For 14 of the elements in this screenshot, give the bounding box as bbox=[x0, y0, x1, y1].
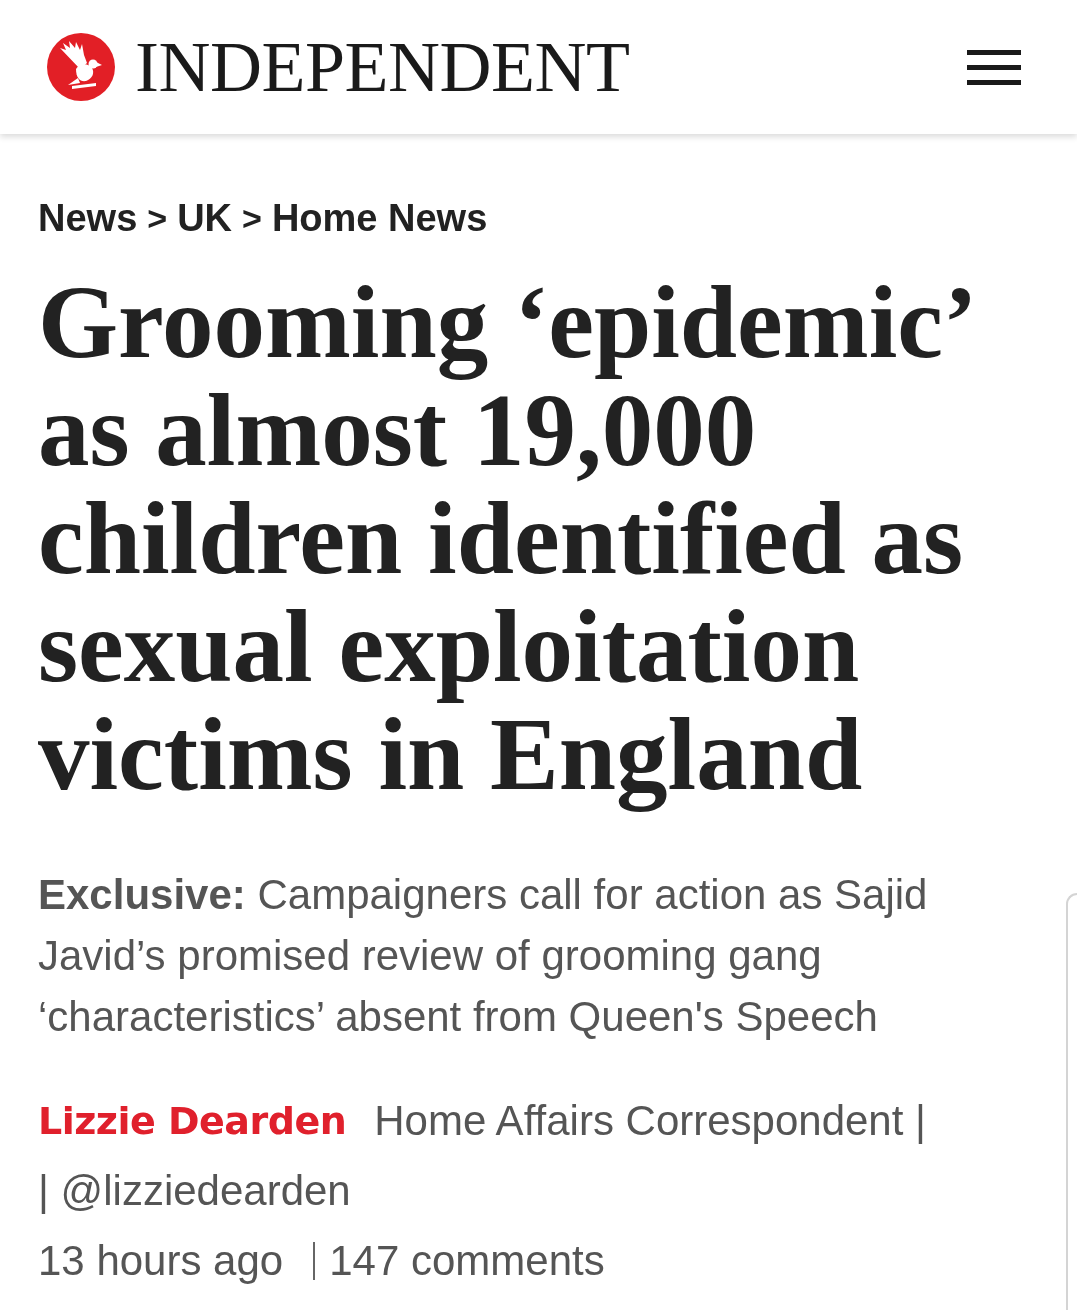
breadcrumb-link[interactable]: Home News bbox=[271, 198, 488, 238]
publish-time: 13 hours ago bbox=[38, 1237, 284, 1285]
breadcrumb-separator: > bbox=[242, 198, 262, 238]
twitter-handle-link[interactable]: | @lizziedearden bbox=[38, 1167, 351, 1215]
standfirst: Exclusive: Campaigners call for action as Sajid Javid’s promised review of grooming gang ‘characteristics’ absent from Queen's Speech bbox=[38, 870, 929, 1042]
breadcrumb-link[interactable]: UK bbox=[177, 198, 233, 238]
comments-link[interactable]: 147 comments bbox=[329, 1237, 605, 1285]
bird-logo-icon bbox=[47, 33, 115, 101]
breadcrumb-separator: > bbox=[147, 198, 168, 238]
breadcrumb-link[interactable]: News bbox=[38, 198, 138, 238]
menu-icon bbox=[967, 49, 1021, 85]
author-link[interactable]: Lizzie Dearden bbox=[38, 1097, 347, 1145]
author-role: Home Affairs Correspondent | bbox=[374, 1097, 926, 1145]
site-name: INDEPENDENT bbox=[135, 29, 630, 105]
